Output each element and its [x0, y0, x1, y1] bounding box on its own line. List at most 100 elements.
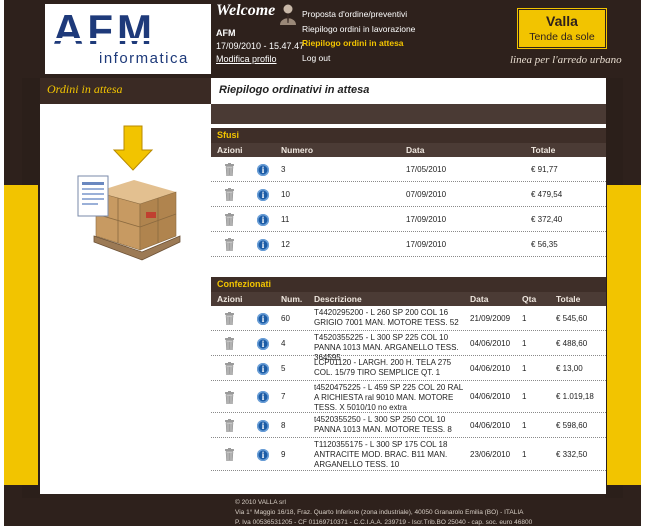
logo-stripe — [53, 38, 203, 41]
row-totale: € 56,35 — [531, 239, 558, 249]
info-icon[interactable]: i — [257, 238, 269, 251]
trash-icon[interactable] — [225, 213, 234, 226]
page-title: Riepilogo ordinativi in attesa — [211, 78, 606, 104]
row-qta: 1 — [522, 313, 527, 323]
trash-icon[interactable] — [225, 362, 234, 375]
row-numero: 12 — [281, 239, 290, 249]
row-data: 04/06/2010 — [470, 392, 511, 401]
trash-icon[interactable] — [225, 188, 234, 201]
table-row: i 12 17/09/2010 € 56,35 — [211, 232, 606, 257]
col-azioni: Azioni — [217, 294, 243, 304]
col-num: Num. — [281, 294, 303, 304]
table-row: i 9 T1120355175 - L 300 SP 175 COL 18 ANTR… — [211, 438, 606, 471]
row-descrizione: LCP01120 - LARGH. 200 H. TELA 275 COL. 1… — [314, 358, 452, 377]
col-totale: Totale — [556, 294, 581, 304]
table-row: i 60 T4420295200 - L 260 SP 200 COL 16 GRI… — [211, 306, 606, 331]
info-icon[interactable]: i — [257, 213, 269, 226]
row-num: 60 — [281, 313, 290, 323]
row-totale: € 332,50 — [556, 449, 588, 459]
row-num: 4 — [281, 338, 286, 348]
row-totale: € 488,60 — [556, 338, 588, 348]
confezionati-title: Confezionati — [211, 277, 606, 292]
row-numero: 10 — [281, 189, 290, 199]
table-row: i 3 17/05/2010 € 91,77 — [211, 157, 606, 182]
nav-item-logout[interactable]: Log out — [302, 51, 415, 66]
row-qta: 1 — [522, 338, 527, 348]
row-num: 5 — [281, 363, 286, 373]
row-qta: 1 — [522, 420, 527, 430]
row-descrizione: T1120355175 - L 300 SP 175 COL 18 ANTRAC… — [314, 440, 448, 469]
footer-copyright: © 2010 VALLA srl — [235, 499, 286, 506]
logo-text: AFM — [53, 6, 156, 53]
row-totale: € 372,40 — [531, 214, 563, 224]
col-qta: Qta — [522, 294, 537, 304]
sfusi-column-headers: Azioni Numero Data Totale — [211, 143, 606, 157]
title-separator — [211, 104, 606, 124]
row-totale: € 545,60 — [556, 313, 588, 323]
row-qta: 1 — [522, 363, 527, 373]
row-totale: € 479,54 — [531, 189, 563, 199]
info-icon[interactable]: i — [257, 163, 269, 176]
row-data: 04/06/2010 — [470, 363, 511, 373]
trash-icon[interactable] — [225, 238, 234, 251]
row-totale: € 1.019,18 — [556, 392, 594, 401]
brand-tagline: linea per l'arredo urbano — [510, 54, 622, 66]
info-icon[interactable]: i — [257, 391, 269, 403]
trash-icon[interactable] — [225, 163, 234, 176]
nav-item-proposta[interactable]: Proposta d'ordine/preventivi — [302, 7, 415, 22]
edit-profile-link[interactable]: Modifica profilo — [216, 54, 277, 64]
row-num: 9 — [281, 449, 286, 459]
row-totale: € 598,60 — [556, 420, 588, 430]
confezionati-panel: Confezionati Azioni Num. Descrizione Dat… — [211, 277, 606, 485]
info-icon[interactable]: i — [257, 337, 269, 350]
user-icon — [280, 4, 296, 25]
row-data: 23/06/2010 — [470, 449, 511, 459]
row-num: 7 — [281, 392, 286, 401]
row-numero: 11 — [281, 214, 290, 224]
row-qta: 1 — [522, 392, 527, 401]
row-data: 04/06/2010 — [470, 420, 511, 430]
pallet-boxes-icon — [77, 125, 181, 261]
valla-logo[interactable]: Valla Tende da sole — [517, 8, 607, 49]
confezionati-rows: i 60 T4420295200 - L 260 SP 200 COL 16 GRI… — [211, 306, 606, 471]
info-icon[interactable]: i — [257, 419, 269, 432]
row-descrizione: T4420295200 - L 260 SP 200 COL 16 GRIGIO… — [314, 308, 459, 327]
row-totale: € 91,77 — [531, 164, 558, 174]
afm-logo[interactable]: AFM informatica — [45, 4, 211, 74]
col-totale: Totale — [531, 145, 556, 155]
row-totale: € 13,00 — [556, 363, 583, 373]
info-icon[interactable]: i — [257, 362, 269, 375]
right-yellow-band — [607, 185, 641, 485]
nav-item-in-attesa[interactable]: Riepilogo ordini in attesa — [302, 36, 415, 51]
trash-icon[interactable] — [225, 448, 234, 461]
row-data: 04/06/2010 — [470, 338, 511, 348]
left-yellow-band — [4, 185, 38, 485]
info-icon[interactable]: i — [257, 188, 269, 201]
trash-icon[interactable] — [225, 390, 234, 404]
trash-icon[interactable] — [225, 419, 234, 432]
row-data: 07/09/2010 — [406, 189, 447, 199]
nav-item-in-lavorazione[interactable]: Riepilogo ordini in lavorazione — [302, 22, 415, 37]
table-row: i 11 17/09/2010 € 372,40 — [211, 207, 606, 232]
trash-icon[interactable] — [225, 337, 234, 350]
sfusi-title: Sfusi — [211, 128, 606, 143]
row-data: 17/09/2010 — [406, 214, 447, 224]
sfusi-panel: Sfusi Azioni Numero Data Totale i 3 17/05/… — [211, 128, 606, 264]
table-row: i 5 LCP01120 - LARGH. 200 H. TELA 275 COL.… — [211, 356, 606, 381]
footer: © 2010 VALLA srl Via 1° Maggio 16/18, Fr… — [235, 498, 532, 528]
welcome-heading: Welcome — [216, 2, 276, 19]
table-row: i 4 T4520355225 - L 300 SP 225 COL 10 PANN… — [211, 331, 606, 362]
col-descrizione: Descrizione — [314, 294, 362, 304]
row-qta: 1 — [522, 449, 527, 459]
row-descrizione: t4520355250 - L 300 SP 250 COL 10 PANNA … — [314, 415, 452, 434]
login-datetime: 17/09/2010 - 15.47.47 — [216, 41, 305, 51]
sfusi-rows: i 3 17/05/2010 € 91,77 i 10 07/09/2010 € 479,54… — [211, 157, 606, 257]
info-icon[interactable]: i — [257, 312, 269, 325]
confezionati-column-headers: Azioni Num. Descrizione Data Qta Totale — [211, 292, 606, 306]
trash-icon[interactable] — [225, 312, 234, 325]
info-icon[interactable]: i — [257, 448, 269, 461]
brand-subtitle: Tende da sole — [529, 31, 595, 43]
col-data: Data — [470, 294, 489, 304]
footer-legal: P. Iva 00536531205 - CF 01169710371 - C.… — [235, 519, 533, 526]
col-numero: Numero — [281, 145, 314, 155]
